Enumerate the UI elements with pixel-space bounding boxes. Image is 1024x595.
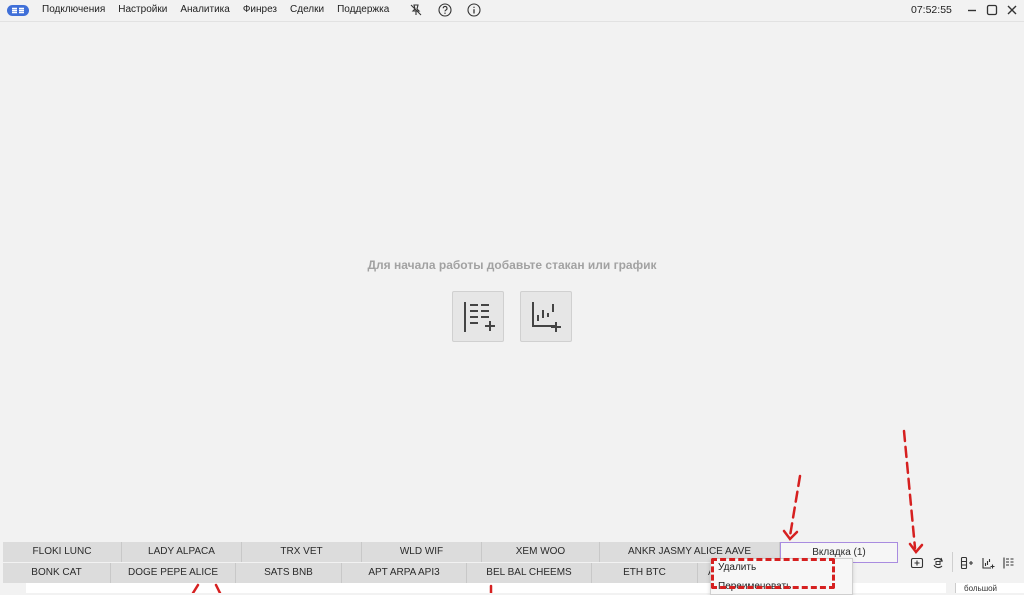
add-orderbook-small-icon[interactable] xyxy=(1002,556,1016,570)
menu-trades[interactable]: Сделки xyxy=(290,4,324,15)
tab-sats-bnb[interactable]: SATS BNB xyxy=(236,563,342,583)
add-chart-icon xyxy=(532,301,561,332)
menu-connections[interactable]: Подключения xyxy=(42,4,105,15)
minimize-icon[interactable] xyxy=(966,4,978,16)
clock: 07:52:55 xyxy=(911,4,952,16)
tab-wld-wif[interactable]: WLD WIF xyxy=(362,542,482,562)
add-column-icon[interactable] xyxy=(960,556,974,570)
tab-bonk-cat[interactable]: BONK CAT xyxy=(3,563,111,583)
main-menu: Подключения Настройки Аналитика Финрез С… xyxy=(42,4,402,15)
add-tab-icon[interactable] xyxy=(910,556,924,570)
tab-floki-lunc[interactable]: FLOKI LUNC xyxy=(3,542,122,562)
tab-trx-vet[interactable]: TRX VET xyxy=(242,542,362,562)
top-icon-group xyxy=(409,3,481,17)
restore-tab-icon[interactable] xyxy=(931,556,945,570)
help-icon[interactable] xyxy=(438,3,452,17)
close-icon[interactable] xyxy=(1006,4,1018,16)
info-icon[interactable] xyxy=(467,3,481,17)
context-delete[interactable]: Удалить xyxy=(718,560,756,576)
menu-finres[interactable]: Финрез xyxy=(243,4,277,15)
maximize-icon[interactable] xyxy=(986,4,998,16)
arrowhead-tab xyxy=(782,529,799,541)
bottom-right-label: большой xyxy=(955,583,1024,593)
tab-apt-arpa-api3[interactable]: APT ARPA API3 xyxy=(342,563,467,583)
menu-analytics[interactable]: Аналитика xyxy=(180,4,230,15)
arrow-to-tab-line xyxy=(788,474,802,538)
title-bar: Подключения Настройки Аналитика Финрез С… xyxy=(0,0,1024,22)
tab-bel-bal-cheems[interactable]: BEL BAL CHEEMS xyxy=(467,563,592,583)
pin-off-icon[interactable] xyxy=(409,3,423,17)
annotation-arrows xyxy=(191,429,924,593)
tab-context-menu: Удалить Переименовать xyxy=(710,558,853,595)
add-chart-button[interactable] xyxy=(520,291,572,342)
arrow-to-add-tab-line xyxy=(902,429,917,550)
add-orderbook-icon xyxy=(464,301,495,332)
tab-doge-pepe-alice[interactable]: DOGE PEPE ALICE xyxy=(111,563,236,583)
tab-eth-btc[interactable]: ETH BTC xyxy=(592,563,698,583)
menu-settings[interactable]: Настройки xyxy=(118,4,167,15)
toolbar-divider xyxy=(952,552,953,572)
empty-workspace-hint: Для начала работы добавьте стакан или гр… xyxy=(367,258,657,272)
tab-row-bottom: BONK CAT DOGE PEPE ALICE SATS BNB APT AR… xyxy=(3,563,733,583)
tab-xem-woo[interactable]: XEM WOO xyxy=(482,542,600,562)
tab-lady-alpaca[interactable]: LADY ALPACA xyxy=(122,542,242,562)
add-orderbook-button[interactable] xyxy=(452,291,504,342)
menu-support[interactable]: Поддержка xyxy=(337,4,389,15)
app-logo-icon xyxy=(7,5,29,16)
add-chart-small-icon[interactable] xyxy=(981,556,995,570)
